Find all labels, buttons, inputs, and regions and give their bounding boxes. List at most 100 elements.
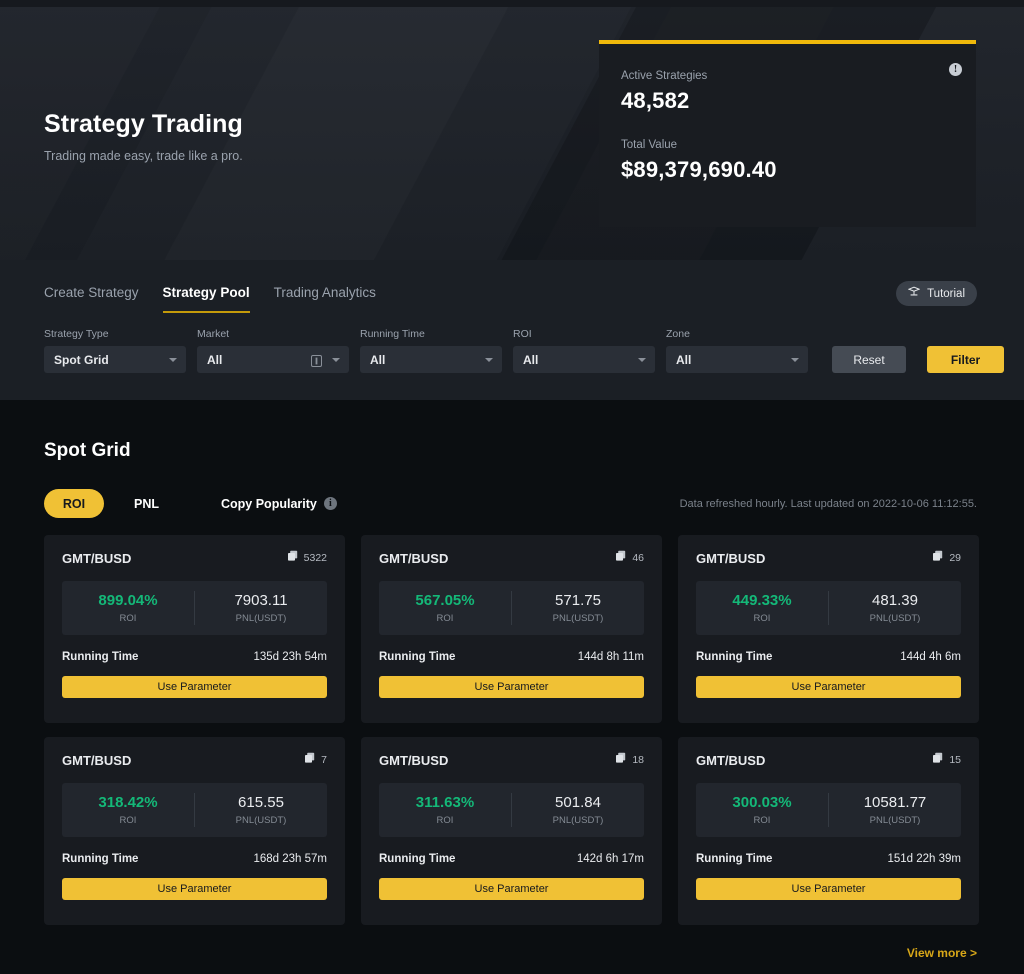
pnl-caption: PNL(USDT) <box>235 815 287 826</box>
tab-copy-popularity[interactable]: Copy Popularity i <box>203 489 345 518</box>
filter-roi-label: ROI <box>513 328 532 340</box>
info-icon[interactable]: i <box>323 497 337 510</box>
tab-trading-analytics[interactable]: Trading Analytics <box>274 285 376 313</box>
pnl-metric: 571.75 PNL(USDT) <box>512 592 644 624</box>
chevron-down-icon <box>638 357 646 362</box>
roi-value: 449.33% <box>732 592 792 609</box>
metrics-panel: 318.42% ROI 615.55 PNL(USDT) <box>62 783 327 837</box>
roi-select[interactable]: All <box>513 346 655 373</box>
copy-count-value: 46 <box>632 552 644 564</box>
tab-roi[interactable]: ROI <box>44 489 104 518</box>
nav-filter-band: Create Strategy Strategy Pool Trading An… <box>0 260 1024 400</box>
refresh-note: Data refreshed hourly. Last updated on 2… <box>679 498 977 510</box>
running-time-value: 135d 23h 54m <box>253 651 327 663</box>
running-time-row: Running Time 144d 8h 11m <box>379 651 644 663</box>
view-more-link[interactable]: View more > <box>907 946 977 960</box>
active-strategies-block: Active Strategies 48,582 <box>621 70 952 114</box>
market-select[interactable]: All <box>197 346 349 373</box>
strategy-card[interactable]: GMT/BUSD 5322 899.04% ROI 7903.11 PNL(US… <box>44 535 345 723</box>
running-time-value: 142d 6h 17m <box>576 853 644 865</box>
info-icon[interactable]: ! <box>949 63 962 76</box>
roi-value: 567.05% <box>415 592 475 609</box>
running-time-select[interactable]: All <box>360 346 502 373</box>
copy-count: 5322 <box>287 549 327 567</box>
chevron-down-icon <box>332 357 340 362</box>
zone-value: All <box>676 352 692 367</box>
pair-label: GMT/BUSD <box>379 752 449 768</box>
active-strategies-label: Active Strategies <box>621 70 708 82</box>
zone-select[interactable]: All <box>666 346 808 373</box>
roi-caption: ROI <box>119 613 137 624</box>
roi-metric: 311.63% ROI <box>379 794 511 826</box>
tutorial-button[interactable]: Tutorial <box>896 281 977 306</box>
roi-value: 300.03% <box>732 794 792 811</box>
pair-label: GMT/BUSD <box>62 752 132 768</box>
reset-button[interactable]: Reset <box>832 346 906 373</box>
filter-button[interactable]: Filter <box>927 346 1004 373</box>
pnl-caption: PNL(USDT) <box>869 815 921 826</box>
filter-strategy-type-label: Strategy Type <box>44 328 109 340</box>
tab-bar: Create Strategy Strategy Pool Trading An… <box>44 285 376 313</box>
strategy-type-value: Spot Grid <box>54 352 109 367</box>
strategy-card[interactable]: GMT/BUSD 15 300.03% ROI 10581.77 PNL(USD… <box>678 737 979 925</box>
pair-label: GMT/BUSD <box>696 550 766 566</box>
running-time-row: Running Time 142d 6h 17m <box>379 853 644 865</box>
use-parameter-button[interactable]: Use Parameter <box>696 878 961 900</box>
copy-icon <box>932 751 944 769</box>
running-time-row: Running Time 144d 4h 6m <box>696 651 961 663</box>
copy-count: 15 <box>932 751 961 769</box>
roi-metric: 300.03% ROI <box>696 794 828 826</box>
copy-count-value: 7 <box>321 754 327 766</box>
metrics-panel: 449.33% ROI 481.39 PNL(USDT) <box>696 581 961 635</box>
tab-strategy-pool[interactable]: Strategy Pool <box>162 285 250 313</box>
chevron-down-icon <box>485 357 493 362</box>
pnl-value: 501.84 <box>555 794 601 811</box>
filter-zone-label: Zone <box>666 328 690 340</box>
use-parameter-button[interactable]: Use Parameter <box>696 676 961 698</box>
market-list-icon[interactable] <box>311 354 322 372</box>
copy-icon <box>304 751 316 769</box>
roi-caption: ROI <box>436 613 454 624</box>
strategy-card[interactable]: GMT/BUSD 18 311.63% ROI 501.84 PNL(USDT) <box>361 737 662 925</box>
roi-metric: 567.05% ROI <box>379 592 511 624</box>
page-title: Strategy Trading <box>44 110 243 138</box>
use-parameter-button[interactable]: Use Parameter <box>62 676 327 698</box>
roi-metric: 318.42% ROI <box>62 794 194 826</box>
strategy-type-select[interactable]: Spot Grid <box>44 346 186 373</box>
roi-value: All <box>523 352 539 367</box>
strategy-card[interactable]: GMT/BUSD 7 318.42% ROI 615.55 PNL(USDT) <box>44 737 345 925</box>
pnl-value: 571.75 <box>555 592 601 609</box>
copy-count: 46 <box>615 549 644 567</box>
running-time-label: Running Time <box>62 853 139 865</box>
use-parameter-button[interactable]: Use Parameter <box>379 676 644 698</box>
copy-count-value: 18 <box>632 754 644 766</box>
filter-bar: Strategy Type Spot Grid Market All Runni… <box>44 328 1004 373</box>
use-parameter-button[interactable]: Use Parameter <box>62 878 327 900</box>
metrics-panel: 899.04% ROI 7903.11 PNL(USDT) <box>62 581 327 635</box>
metrics-panel: 300.03% ROI 10581.77 PNL(USDT) <box>696 783 961 837</box>
pair-label: GMT/BUSD <box>696 752 766 768</box>
tab-pnl[interactable]: PNL <box>116 489 177 518</box>
roi-caption: ROI <box>119 815 137 826</box>
filter-strategy-type: Strategy Type Spot Grid <box>44 328 186 373</box>
filter-zone: Zone All <box>666 328 808 373</box>
strategy-card[interactable]: GMT/BUSD 29 449.33% ROI 481.39 PNL(USDT) <box>678 535 979 723</box>
strategy-card[interactable]: GMT/BUSD 46 567.05% ROI 571.75 PNL(USDT) <box>361 535 662 723</box>
pnl-metric: 501.84 PNL(USDT) <box>512 794 644 826</box>
running-time-label: Running Time <box>379 651 456 663</box>
copy-icon <box>615 549 627 567</box>
page-subtitle: Trading made easy, trade like a pro. <box>44 149 243 163</box>
filter-roi: ROI All <box>513 328 655 373</box>
use-parameter-button[interactable]: Use Parameter <box>379 878 644 900</box>
copy-count-value: 5322 <box>303 552 327 564</box>
pnl-metric: 10581.77 PNL(USDT) <box>829 794 961 826</box>
roi-caption: ROI <box>753 613 771 624</box>
stats-card: ! Active Strategies 48,582 Total Value $… <box>599 40 976 227</box>
pair-label: GMT/BUSD <box>62 550 132 566</box>
filter-running-time: Running Time All <box>360 328 502 373</box>
pair-label: GMT/BUSD <box>379 550 449 566</box>
running-time-row: Running Time 168d 23h 57m <box>62 853 327 865</box>
tab-create-strategy[interactable]: Create Strategy <box>44 285 139 313</box>
strategy-trading-page: Strategy Trading Trading made easy, trad… <box>0 0 1024 974</box>
copy-icon <box>615 751 627 769</box>
